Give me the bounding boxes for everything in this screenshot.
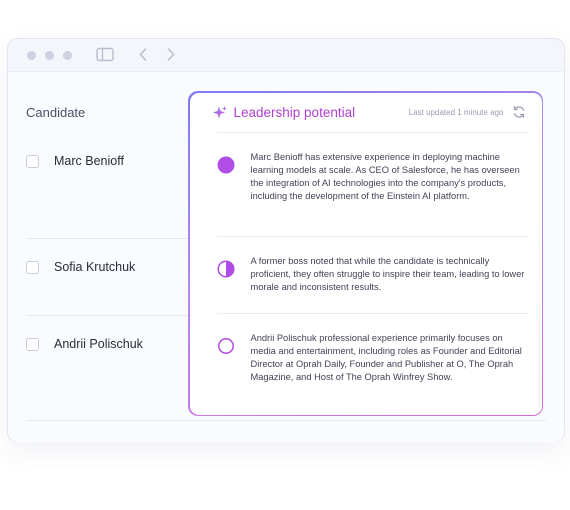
rating-full-icon bbox=[217, 156, 235, 179]
panel-divider bbox=[216, 131, 528, 133]
row-divider bbox=[26, 238, 196, 239]
sparkle-icon bbox=[212, 105, 228, 126]
row-divider bbox=[26, 315, 196, 316]
rating-empty-icon bbox=[217, 337, 235, 360]
candidate-name: Andrii Polischuk bbox=[54, 337, 143, 351]
window-close-dot[interactable] bbox=[27, 51, 36, 60]
candidate-name: Sofia Krutchuk bbox=[54, 260, 136, 274]
window-toolbar bbox=[8, 39, 564, 71]
candidate-description: Andrii Polischuk professional experience… bbox=[250, 332, 522, 383]
back-icon[interactable] bbox=[138, 47, 148, 67]
refresh-icon[interactable] bbox=[512, 105, 526, 124]
candidate-name: Marc Benioff bbox=[54, 154, 124, 168]
candidate-checkbox[interactable] bbox=[26, 261, 39, 274]
leadership-panel-body: Leadership potential Last updated 1 minu… bbox=[189, 92, 542, 415]
sidebar-toggle-icon[interactable] bbox=[96, 47, 114, 67]
window-minimize-dot[interactable] bbox=[45, 51, 54, 60]
leadership-panel: Leadership potential Last updated 1 minu… bbox=[188, 91, 543, 416]
window-maximize-dot[interactable] bbox=[63, 51, 72, 60]
candidate-description: A former boss noted that while the candi… bbox=[250, 255, 525, 292]
content-area: Candidate Marc Benioff Sofia Krutchuk An… bbox=[8, 71, 564, 442]
candidate-checkbox[interactable] bbox=[26, 338, 39, 351]
candidate-description: Marc Benioff has extensive experience in… bbox=[250, 151, 520, 202]
candidate-column-header: Candidate bbox=[26, 105, 86, 120]
app-window: Candidate Marc Benioff Sofia Krutchuk An… bbox=[7, 38, 565, 442]
forward-icon[interactable] bbox=[166, 47, 176, 67]
candidate-checkbox[interactable] bbox=[26, 155, 39, 168]
panel-divider bbox=[216, 312, 528, 314]
panel-divider bbox=[216, 235, 528, 237]
last-updated-text: Last updated 1 minute ago bbox=[408, 107, 504, 117]
table-bottom-divider bbox=[26, 420, 546, 421]
rating-half-icon bbox=[216, 259, 235, 283]
panel-title: Leadership potential bbox=[233, 104, 356, 120]
